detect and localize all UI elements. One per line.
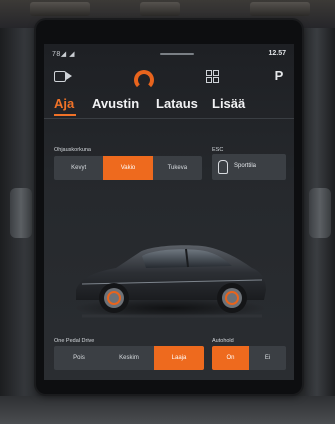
top-icon-bar: P (44, 66, 294, 90)
steering-label: Ohjauskorkuna (54, 147, 91, 153)
steering-option-standard[interactable]: Vakio (103, 156, 153, 180)
dashboard-left-panel (0, 28, 40, 424)
esc-icon (218, 160, 228, 174)
infotainment-screen: 78◢ ◢ 12.57 P Aja Avustin Lataus Lisää O… (44, 44, 294, 380)
autohold-option-off[interactable]: Ei (249, 346, 286, 370)
esc-sport-label: Sporttila (234, 163, 257, 169)
tab-bar: Aja Avustin Lataus Lisää (44, 92, 294, 119)
tab-aja[interactable]: Aja (54, 96, 74, 111)
air-vent-center (140, 2, 180, 16)
grid-icon[interactable] (204, 68, 224, 84)
one-pedal-option-off[interactable]: Pois (54, 346, 104, 370)
esc-sport-button[interactable]: Sporttila (212, 154, 286, 180)
autohold-label: Autohold (212, 338, 234, 344)
tab-lataus[interactable]: Lataus (156, 96, 198, 111)
steering-selector: Kevyt Vakio Tukeva (54, 156, 202, 180)
air-vent-left (30, 2, 90, 16)
one-pedal-selector: Pois Keskim Laaja (54, 346, 204, 370)
status-bar: 78◢ ◢ 12.57 (52, 50, 286, 62)
active-tab-indicator (54, 114, 76, 116)
one-pedal-label: One Pedal Drive (54, 338, 95, 344)
vent-knob-right (309, 188, 331, 238)
camera-icon[interactable] (54, 68, 74, 84)
one-pedal-option-medium[interactable]: Keskim (104, 346, 154, 370)
dashboard-right-panel (305, 28, 335, 424)
tab-lisaa[interactable]: Lisää (212, 96, 245, 111)
tab-avustin[interactable]: Avustin (92, 96, 139, 111)
one-pedal-option-full[interactable]: Laaja (154, 346, 204, 370)
car-image (62, 220, 276, 340)
steering-option-firm[interactable]: Tukeva (153, 156, 202, 180)
autohold-selector: On Ei (212, 346, 286, 370)
speedometer-icon[interactable] (132, 68, 156, 90)
signal-status: 78◢ ◢ (52, 51, 75, 58)
air-vent-right (250, 2, 310, 16)
park-button[interactable]: P (272, 68, 286, 84)
center-console (0, 396, 335, 424)
esc-label: ESC (212, 147, 224, 153)
clock: 12.57 (268, 50, 286, 57)
steering-option-light[interactable]: Kevyt (54, 156, 103, 180)
autohold-option-on[interactable]: On (212, 346, 249, 370)
vent-knob-left (10, 188, 32, 238)
car-icon (74, 245, 266, 318)
notification-handle[interactable] (160, 53, 194, 55)
